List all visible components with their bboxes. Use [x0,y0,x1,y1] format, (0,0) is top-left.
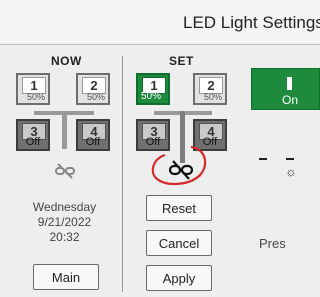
now-date: 9/21/2022 [37,215,92,229]
now-channel-1: 1 50% [16,73,50,105]
main-button[interactable]: Main [33,264,99,290]
minus-mark [259,158,267,160]
now-title: NOW [51,54,82,68]
now-channel-2: 2 50% [76,73,110,105]
on-toggle-button[interactable]: On [251,68,320,110]
channel-value: 50% [26,92,45,102]
minus-mark [286,158,294,160]
set-channel-2[interactable]: 2 50% [193,73,227,105]
channel-value: 50% [86,92,105,102]
power-icon [287,77,292,90]
now-channel-3: 3 Off [16,119,50,151]
title-bar: LED Light Settings [0,0,320,45]
channel-bridge-stem [62,111,67,149]
channel-value: 50% [203,92,222,102]
on-label: On [282,93,299,107]
reset-button[interactable]: Reset [146,195,212,221]
channel-value: 50% [141,91,162,102]
set-title: SET [169,54,194,68]
set-channel-1[interactable]: 1 50% [136,73,170,105]
page-title: LED Light Settings [183,13,320,32]
now-channel-4: 4 Off [76,119,110,151]
pres-text: Pres [259,236,286,251]
apply-button[interactable]: Apply [146,265,212,291]
channel-value: Off [85,136,101,148]
column-divider [122,56,123,292]
now-weekday: Wednesday [32,200,97,214]
channel-value: Off [25,136,41,148]
broken-link-icon [55,163,75,179]
brightness-sun-icon: ☼ [285,164,297,179]
red-annotation-circle [151,145,207,186]
now-time: 20:32 [49,230,80,244]
cancel-button[interactable]: Cancel [146,230,212,256]
